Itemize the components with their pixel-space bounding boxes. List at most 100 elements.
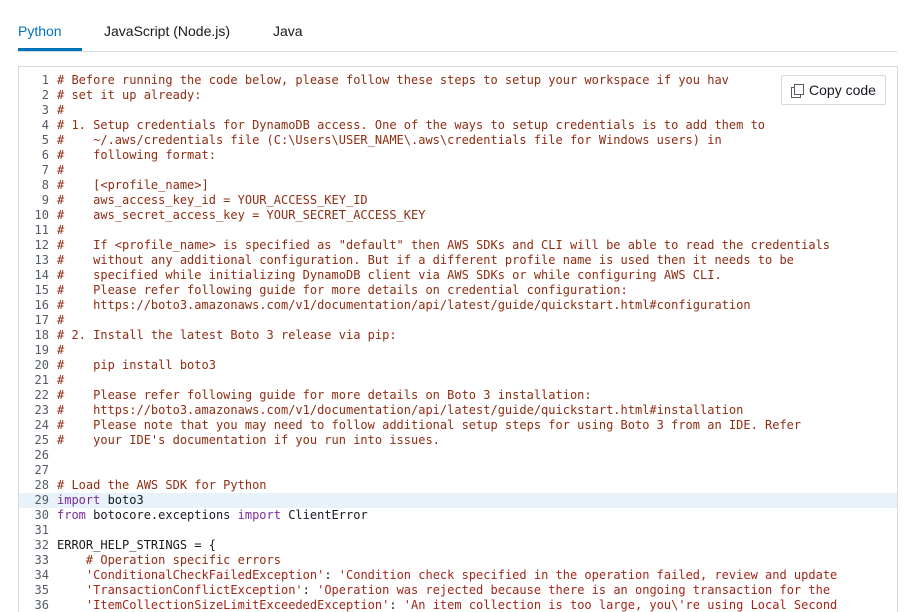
- line-number: 33: [34, 553, 49, 567]
- code-keyword: import: [237, 508, 281, 522]
- code-string: 'An item collection is too large, you\'r…: [403, 598, 838, 612]
- line-number: 12: [34, 238, 49, 252]
- line-number: 31: [34, 523, 49, 537]
- code-line: 20 # pip install boto3: [19, 358, 897, 373]
- code-comment: # 2. Install the latest Boto 3 release v…: [57, 328, 397, 342]
- code-line: 9 # aws_access_key_id = YOUR_ACCESS_KEY_I…: [19, 193, 897, 208]
- code-comment: #: [57, 223, 65, 237]
- code-line: 5 # ~/.aws/credentials file (C:\Users\USE…: [19, 133, 897, 148]
- line-number: 13: [34, 253, 49, 267]
- code-text: # aws_secret_access_key = YOUR_SECRET_AC…: [57, 208, 425, 223]
- code-text: # Please note that you may need to follo…: [57, 418, 801, 433]
- code-comment: # aws_access_key_id = YOUR_ACCESS_KEY_ID: [57, 193, 368, 207]
- tab-python[interactable]: Python: [18, 23, 62, 39]
- code-text: 'ItemCollectionSizeLimitExceededExceptio…: [57, 598, 837, 612]
- code-text: ERROR_HELP_STRINGS = {: [57, 538, 216, 553]
- line-number: 24: [34, 418, 49, 432]
- code-text: #: [57, 223, 64, 238]
- line-number: 5: [41, 133, 49, 147]
- line-number: 6: [41, 148, 49, 162]
- code-line: 18 # 2. Install the latest Boto 3 release…: [19, 328, 897, 343]
- tab-javascript[interactable]: JavaScript (Node.js): [104, 23, 230, 39]
- code-string: 'Operation was rejected because there is…: [317, 583, 831, 597]
- code-text: # https://boto3.amazonaws.com/v1/documen…: [57, 298, 751, 313]
- code-text: # your IDE's documentation if you run in…: [57, 433, 440, 448]
- code-editor[interactable]: 1 # Before running the code below, please…: [18, 66, 898, 612]
- code-line: 27: [19, 463, 897, 478]
- code-line: 34 'ConditionalCheckFailedException': 'C…: [19, 568, 897, 583]
- line-number: 19: [34, 343, 49, 357]
- line-number: 30: [34, 508, 49, 522]
- code-text: #: [57, 343, 64, 358]
- code-text: # aws_access_key_id = YOUR_ACCESS_KEY_ID: [57, 193, 368, 208]
- code-string: 'TransactionConflictException': [85, 583, 303, 597]
- tab-java[interactable]: Java: [273, 23, 303, 39]
- line-number: 32: [34, 538, 49, 552]
- line-number: 34: [34, 568, 49, 582]
- code-text: #: [57, 373, 64, 388]
- code-token: boto3: [100, 493, 144, 507]
- copy-icon: [791, 83, 805, 98]
- code-text: # Please refer following guide for more …: [57, 283, 628, 298]
- code-token: ClientError: [280, 508, 368, 522]
- code-text: # [<profile_name>]: [57, 178, 209, 193]
- code-line: 25 # your IDE's documentation if you run …: [19, 433, 897, 448]
- language-tabs: Python JavaScript (Node.js) Java: [18, 0, 897, 52]
- code-text: #: [57, 313, 64, 328]
- line-number: 20: [34, 358, 49, 372]
- code-comment: # Please refer following guide for more …: [57, 283, 628, 297]
- code-line: 7 #: [19, 163, 897, 178]
- code-line: 8 # [<profile_name>]: [19, 178, 897, 193]
- code-line: 17 #: [19, 313, 897, 328]
- code-line: 16 # https://boto3.amazonaws.com/v1/docum…: [19, 298, 897, 313]
- line-number: 17: [34, 313, 49, 327]
- code-line: 10 # aws_secret_access_key = YOUR_SECRET_…: [19, 208, 897, 223]
- code-text: # If <profile_name> is specified as "def…: [57, 238, 830, 253]
- code-text: # Load the AWS SDK for Python: [57, 478, 267, 493]
- code-token: ERROR_HELP_STRINGS = {: [57, 538, 216, 552]
- line-number: 14: [34, 268, 49, 282]
- code-text: # https://boto3.amazonaws.com/v1/documen…: [57, 403, 743, 418]
- line-number: 23: [34, 403, 49, 417]
- code-line: 35 'TransactionConflictException': 'Oper…: [19, 583, 897, 598]
- code-line: 21 #: [19, 373, 897, 388]
- code-line: 23 # https://boto3.amazonaws.com/v1/docum…: [19, 403, 897, 418]
- code-text: # pip install boto3: [57, 358, 216, 373]
- code-text: # Operation specific errors: [57, 553, 281, 568]
- code-comment: # 1. Setup credentials for DynamoDB acce…: [57, 118, 766, 132]
- code-comment: # Before running the code below, please …: [57, 73, 729, 87]
- code-line: 19 #: [19, 343, 897, 358]
- code-comment: #: [57, 313, 65, 327]
- code-comment: # set it up already:: [57, 88, 202, 102]
- line-number: 2: [41, 88, 49, 102]
- code-line: 22 # Please refer following guide for mor…: [19, 388, 897, 403]
- copy-code-button[interactable]: Copy code: [781, 75, 886, 105]
- code-text: 'TransactionConflictException': 'Operati…: [57, 583, 830, 598]
- code-keyword: from: [57, 508, 86, 522]
- code-line: 33 # Operation specific errors: [19, 553, 897, 568]
- copy-code-label: Copy code: [809, 82, 876, 98]
- line-number: 29: [34, 493, 49, 507]
- line-number: 26: [34, 448, 49, 462]
- code-comment: # ~/.aws/credentials file (C:\Users\USER…: [57, 133, 722, 147]
- code-line: 6 # following format:: [19, 148, 897, 163]
- code-line: 30 from botocore.exceptions import Client…: [19, 508, 897, 523]
- code-line: 26: [19, 448, 897, 463]
- line-number: 8: [41, 178, 49, 192]
- code-comment: # Please note that you may need to follo…: [57, 418, 802, 432]
- code-line: 2 # set it up already:: [19, 88, 897, 103]
- code-comment: #: [57, 163, 65, 177]
- code-line: 31: [19, 523, 897, 538]
- code-comment: # Operation specific errors: [85, 553, 281, 567]
- code-text: # Before running the code below, please …: [57, 73, 729, 88]
- code-text: # specified while initializing DynamoDB …: [57, 268, 722, 283]
- line-number: 18: [34, 328, 49, 342]
- code-line: 12 # If <profile_name> is specified as "d…: [19, 238, 897, 253]
- line-number: 4: [41, 118, 49, 132]
- code-text: # 1. Setup credentials for DynamoDB acce…: [57, 118, 765, 133]
- code-comment: # [<profile_name>]: [57, 178, 209, 192]
